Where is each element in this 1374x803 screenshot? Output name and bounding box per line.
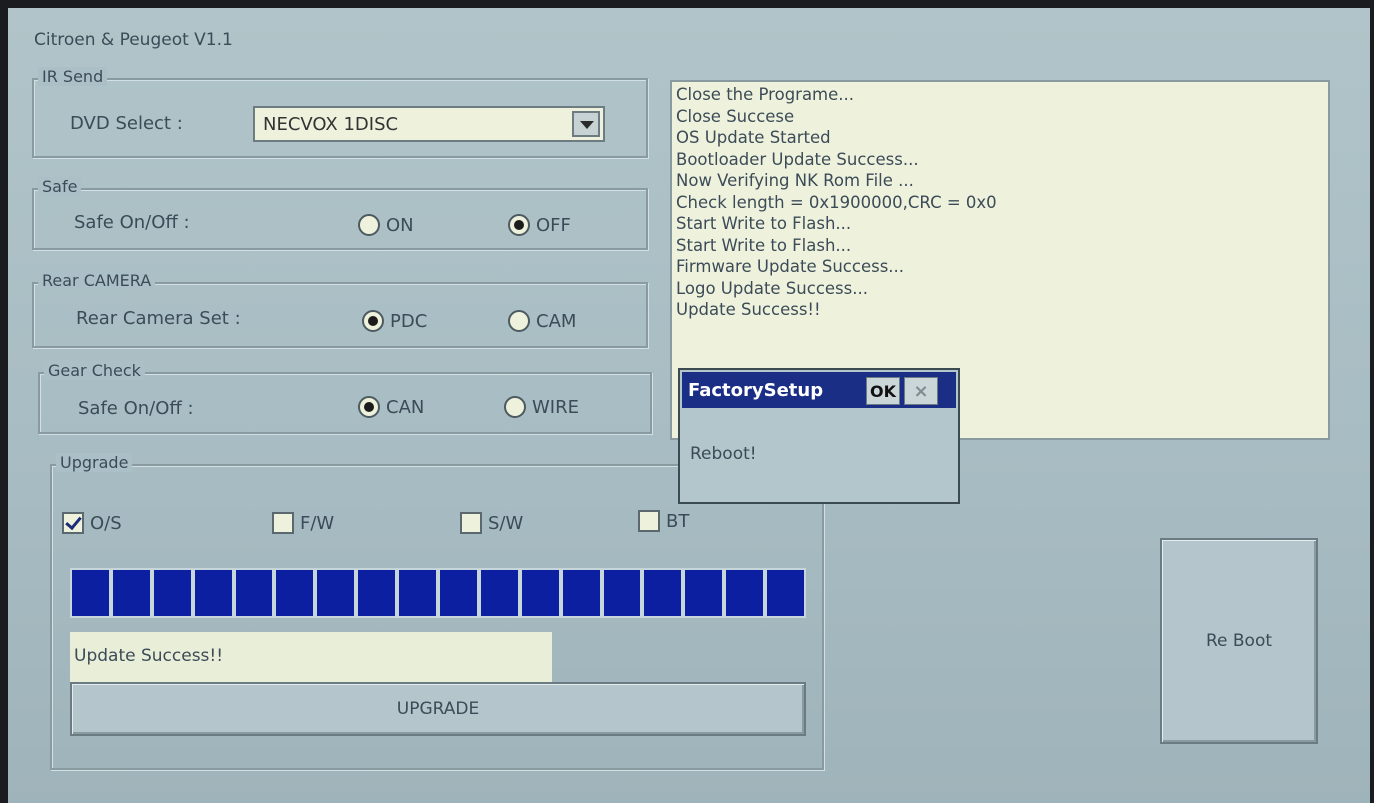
- radio-icon: [508, 310, 530, 332]
- progress-segment: [317, 570, 355, 616]
- radio-selected-icon: [508, 214, 530, 236]
- rear-camera-cam-label: CAM: [536, 310, 577, 332]
- dialog-message: Reboot!: [690, 444, 757, 464]
- progress-segment: [112, 570, 150, 616]
- bt-checkbox[interactable]: BT: [638, 510, 689, 532]
- dvd-select-dropdown[interactable]: NECVOX 1DISC: [253, 106, 605, 142]
- sw-checkbox-label: S/W: [488, 512, 524, 534]
- upgrade-status-field: Update Success!!: [70, 632, 552, 684]
- log-line: Update Success!!: [676, 300, 821, 319]
- upgrade-group-title: Upgrade: [56, 453, 133, 472]
- progress-segment: [480, 570, 518, 616]
- progress-segment: [726, 570, 764, 616]
- progress-segment: [767, 570, 805, 616]
- fw-checkbox-label: F/W: [300, 512, 335, 534]
- progress-segment: [562, 570, 600, 616]
- safe-on-radio[interactable]: ON: [358, 212, 414, 238]
- app-window: Citroen & Peugeot V1.1 IR Send DVD Selec…: [8, 8, 1370, 803]
- log-lines: Close the Programe... Close Succese OS Upd…: [676, 84, 1324, 321]
- gear-check-wire-label: WIRE: [532, 396, 579, 418]
- gear-check-can-label: CAN: [386, 396, 425, 418]
- log-line: Start Write to Flash...: [676, 214, 852, 233]
- fw-checkbox[interactable]: F/W: [272, 512, 334, 534]
- radio-selected-icon: [358, 396, 380, 418]
- rear-camera-set-label: Rear Camera Set :: [76, 308, 241, 329]
- rear-camera-pdc-radio[interactable]: PDC: [362, 308, 427, 334]
- close-icon[interactable]: ×: [904, 377, 938, 405]
- progress-segment: [235, 570, 273, 616]
- progress-segment: [440, 570, 477, 616]
- progress-segment: [644, 570, 682, 616]
- progress-segment: [521, 570, 559, 616]
- checkbox-icon: [638, 510, 660, 532]
- log-line: Check length = 0x1900000,CRC = 0x0: [676, 192, 997, 212]
- rear-camera-pdc-label: PDC: [390, 310, 428, 332]
- safe-on-off-label: Safe On/Off :: [74, 212, 190, 233]
- rear-camera-group-title: Rear CAMERA: [38, 271, 156, 290]
- safe-off-radio[interactable]: OFF: [508, 212, 571, 238]
- log-line: Bootloader Update Success...: [676, 149, 919, 169]
- checkbox-icon: [272, 512, 294, 534]
- gear-check-wire-radio[interactable]: WIRE: [504, 394, 579, 420]
- log-line: Logo Update Success...: [676, 278, 868, 298]
- progress-segment: [276, 570, 314, 616]
- dvd-select-value: NECVOX 1DISC: [263, 114, 399, 135]
- rear-camera-cam-radio[interactable]: CAM: [508, 308, 576, 334]
- progress-segment: [685, 570, 723, 616]
- log-line: Now Verifying NK Rom File ...: [676, 171, 914, 190]
- progress-segment: [358, 570, 396, 616]
- upgrade-progress-bar: [70, 568, 806, 618]
- radio-selected-icon: [362, 310, 384, 332]
- os-checkbox[interactable]: O/S: [62, 512, 122, 534]
- radio-icon: [358, 214, 380, 236]
- radio-icon: [504, 396, 526, 418]
- bt-checkbox-label: BT: [666, 510, 690, 532]
- progress-segment: [194, 570, 232, 616]
- safe-group-title: Safe: [38, 177, 82, 196]
- gear-check-can-radio[interactable]: CAN: [358, 394, 424, 420]
- progress-segment: [153, 570, 191, 616]
- safe-on-label: ON: [386, 214, 414, 236]
- log-line: Start Write to Flash...: [676, 235, 852, 255]
- upgrade-button[interactable]: UPGRADE: [70, 682, 806, 736]
- log-line: Close the Programe...: [676, 85, 855, 104]
- chevron-down-icon[interactable]: [572, 111, 600, 137]
- gear-check-group-title: Gear Check: [44, 361, 145, 380]
- dialog-title: FactorySetup: [688, 380, 824, 401]
- log-line: Firmware Update Success...: [676, 257, 905, 276]
- upgrade-status-text: Update Success!!: [74, 646, 224, 666]
- dialog-ok-button[interactable]: OK: [866, 377, 900, 405]
- factory-setup-dialog: FactorySetup OK × Reboot!: [678, 368, 960, 504]
- app-title: Citroen & Peugeot V1.1: [34, 30, 233, 50]
- os-checkbox-label: O/S: [90, 512, 122, 534]
- progress-segment: [72, 570, 109, 616]
- dialog-title-bar: FactorySetup OK ×: [682, 372, 956, 408]
- gear-check-safe-label: Safe On/Off :: [78, 398, 194, 419]
- log-line: OS Update Started: [676, 128, 831, 147]
- reboot-button[interactable]: Re Boot: [1160, 538, 1318, 744]
- dvd-select-label: DVD Select :: [70, 113, 183, 134]
- ir-send-group-title: IR Send: [38, 67, 108, 86]
- checkbox-icon: [460, 512, 482, 534]
- progress-segment: [603, 570, 641, 616]
- log-line: Close Succese: [676, 106, 795, 126]
- progress-segment: [399, 570, 437, 616]
- checkbox-checked-icon: [62, 512, 84, 534]
- sw-checkbox[interactable]: S/W: [460, 512, 523, 534]
- safe-off-label: OFF: [536, 214, 571, 236]
